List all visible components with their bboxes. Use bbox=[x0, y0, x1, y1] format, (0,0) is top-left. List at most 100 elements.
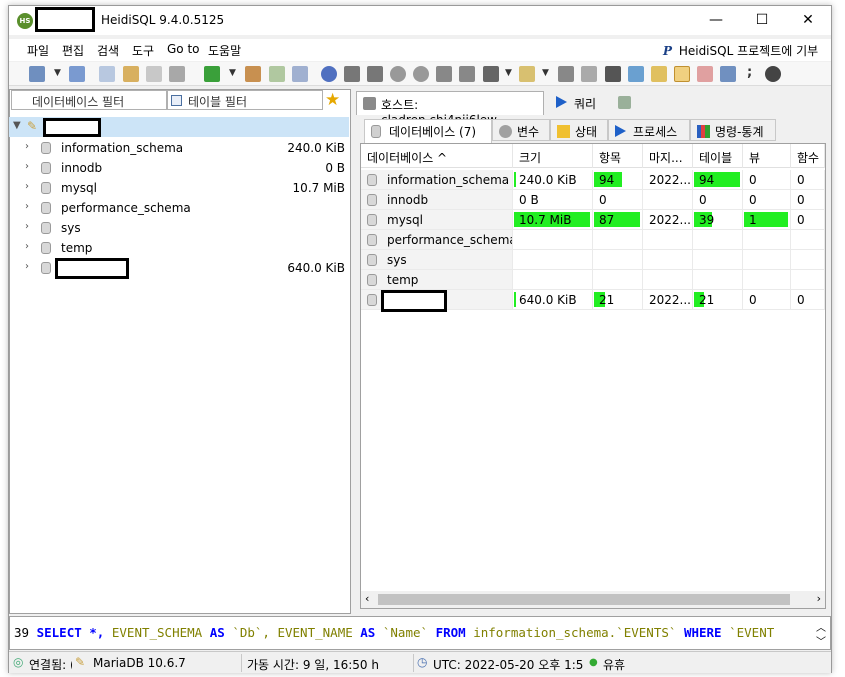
add-row-icon[interactable] bbox=[390, 66, 406, 82]
column-header-size[interactable]: 크기 bbox=[513, 144, 593, 168]
cell-last-modified[interactable] bbox=[643, 250, 693, 270]
chevron-down-icon[interactable]: ▼ bbox=[505, 68, 512, 78]
copy-icon[interactable] bbox=[99, 66, 115, 82]
table-row[interactable]: mysql 10.7 MiB 87 2022... 39 1 0 bbox=[361, 210, 825, 230]
cell-tables[interactable]: 94 bbox=[693, 170, 743, 190]
close-button[interactable]: ✕ bbox=[785, 6, 831, 35]
chevron-down-icon[interactable]: ▼ bbox=[13, 120, 21, 131]
check-icon[interactable] bbox=[436, 66, 452, 82]
cell-views[interactable]: 0 bbox=[743, 170, 791, 190]
tree-item[interactable]: › innodb 0 B bbox=[9, 158, 349, 178]
cell-database[interactable]: performance_schema bbox=[361, 230, 513, 250]
cell-database[interactable]: temp bbox=[361, 270, 513, 290]
chevron-down-icon[interactable]: ▼ bbox=[229, 68, 236, 78]
chevron-down-icon[interactable]: ▼ bbox=[542, 68, 549, 78]
cell-size[interactable]: 640.0 KiB bbox=[513, 290, 593, 310]
cell-functions[interactable]: 0 bbox=[791, 170, 825, 190]
semicolon-icon[interactable]: ; bbox=[747, 65, 752, 80]
cell-last-modified[interactable] bbox=[643, 230, 693, 250]
cell-size[interactable] bbox=[513, 270, 593, 290]
cell-database[interactable]: information_schema bbox=[361, 170, 513, 190]
table-row[interactable]: information_schema 240.0 KiB 94 2022... 94 0 0 bbox=[361, 170, 825, 190]
chevron-right-icon[interactable]: › bbox=[25, 261, 29, 272]
word-wrap-icon[interactable] bbox=[720, 66, 736, 82]
refresh-icon[interactable] bbox=[204, 66, 220, 82]
table-row[interactable]: innodb 0 B 0 0 0 0 bbox=[361, 190, 825, 210]
cell-size[interactable] bbox=[513, 230, 593, 250]
table-row[interactable]: 640.0 KiB 21 2022... 21 0 0 bbox=[361, 290, 825, 312]
column-header-last-modified[interactable]: 마지... bbox=[643, 144, 693, 168]
cell-items[interactable]: 94 bbox=[593, 170, 643, 190]
tree-item[interactable]: › information_schema 240.0 KiB bbox=[9, 138, 349, 158]
tab-databases[interactable]: 데이터베이스 (7) bbox=[364, 119, 492, 143]
tree-item[interactable]: › mysql 10.7 MiB bbox=[9, 178, 349, 198]
tree-item[interactable]: › sys bbox=[9, 218, 349, 238]
cell-functions[interactable] bbox=[791, 250, 825, 270]
menu-help[interactable]: 도움말 bbox=[208, 42, 241, 59]
cell-functions[interactable]: 0 bbox=[791, 290, 825, 310]
chevron-right-icon[interactable]: › bbox=[25, 181, 29, 192]
undo-icon[interactable] bbox=[146, 66, 162, 82]
cell-tables[interactable] bbox=[693, 250, 743, 270]
tab-query[interactable]: 쿼리 bbox=[550, 91, 608, 115]
menu-search[interactable]: 검색 bbox=[97, 42, 119, 59]
cell-views[interactable] bbox=[743, 270, 791, 290]
find-icon[interactable] bbox=[519, 66, 535, 82]
scrollbar-thumb[interactable] bbox=[378, 594, 790, 605]
chevron-right-icon[interactable]: › bbox=[25, 221, 29, 232]
cell-tables[interactable]: 0 bbox=[693, 190, 743, 210]
chevron-right-icon[interactable]: › bbox=[25, 161, 29, 172]
last-record-icon[interactable] bbox=[367, 66, 383, 82]
scroll-down-icon[interactable]: ﹀ bbox=[816, 633, 826, 648]
cell-size[interactable]: 10.7 MiB bbox=[513, 210, 593, 230]
cell-views[interactable]: 1 bbox=[743, 210, 791, 230]
menu-edit[interactable]: 편집 bbox=[62, 42, 84, 59]
import-icon[interactable] bbox=[269, 66, 285, 82]
cell-database[interactable]: sys bbox=[361, 250, 513, 270]
donate-link[interactable]: P HeidiSQL 프로젝트에 기부 bbox=[663, 42, 818, 59]
delete-row-icon[interactable] bbox=[413, 66, 429, 82]
column-header-views[interactable]: 뷰 bbox=[743, 144, 791, 168]
first-record-icon[interactable] bbox=[344, 66, 360, 82]
close-query-icon[interactable] bbox=[765, 66, 781, 82]
cell-items[interactable]: 87 bbox=[593, 210, 643, 230]
cell-views[interactable] bbox=[743, 230, 791, 250]
stop-on-error-icon[interactable] bbox=[697, 66, 713, 82]
table-row[interactable]: temp bbox=[361, 270, 825, 290]
cell-items[interactable]: 21 bbox=[593, 290, 643, 310]
column-header-functions[interactable]: 함수 bbox=[791, 144, 825, 168]
chevron-right-icon[interactable]: › bbox=[25, 201, 29, 212]
cancel-icon[interactable] bbox=[459, 66, 475, 82]
connect-icon[interactable] bbox=[29, 66, 45, 82]
print-icon[interactable] bbox=[169, 66, 185, 82]
cell-size[interactable]: 240.0 KiB bbox=[513, 170, 593, 190]
cell-views[interactable]: 0 bbox=[743, 290, 791, 310]
cell-items[interactable] bbox=[593, 270, 643, 290]
column-header-items[interactable]: 항목 bbox=[593, 144, 643, 168]
column-header-tables[interactable]: 테이블 bbox=[693, 144, 743, 168]
tab-variables[interactable]: 변수 bbox=[492, 119, 550, 141]
load-sql-icon[interactable] bbox=[581, 66, 597, 82]
cell-database[interactable]: innodb bbox=[361, 190, 513, 210]
cell-last-modified[interactable]: 2022... bbox=[643, 290, 693, 310]
cell-last-modified[interactable] bbox=[643, 270, 693, 290]
warning-icon[interactable] bbox=[674, 66, 690, 82]
menu-file[interactable]: 파일 bbox=[27, 42, 49, 59]
cell-items[interactable] bbox=[593, 250, 643, 270]
table-row[interactable]: sys bbox=[361, 250, 825, 270]
chevron-right-icon[interactable]: › bbox=[25, 141, 29, 152]
cell-size[interactable] bbox=[513, 250, 593, 270]
export-icon[interactable] bbox=[292, 66, 308, 82]
cell-tables[interactable]: 21 bbox=[693, 290, 743, 310]
user-manager-icon[interactable] bbox=[245, 66, 261, 82]
maximize-button[interactable]: ☐ bbox=[739, 6, 785, 35]
tree-item[interactable]: › performance_schema bbox=[9, 198, 349, 218]
tab-processes[interactable]: 프로세스 bbox=[608, 119, 690, 141]
star-icon[interactable]: ★ bbox=[325, 90, 340, 110]
database-filter-input[interactable]: 데이터베이스 필터 bbox=[11, 90, 167, 110]
cell-tables[interactable] bbox=[693, 270, 743, 290]
edit-icon[interactable] bbox=[651, 66, 667, 82]
chevron-right-icon[interactable]: › bbox=[25, 241, 29, 252]
chevron-down-icon[interactable]: ▼ bbox=[54, 68, 61, 78]
column-header-database[interactable]: 데이터베이스 ^ bbox=[361, 144, 513, 168]
